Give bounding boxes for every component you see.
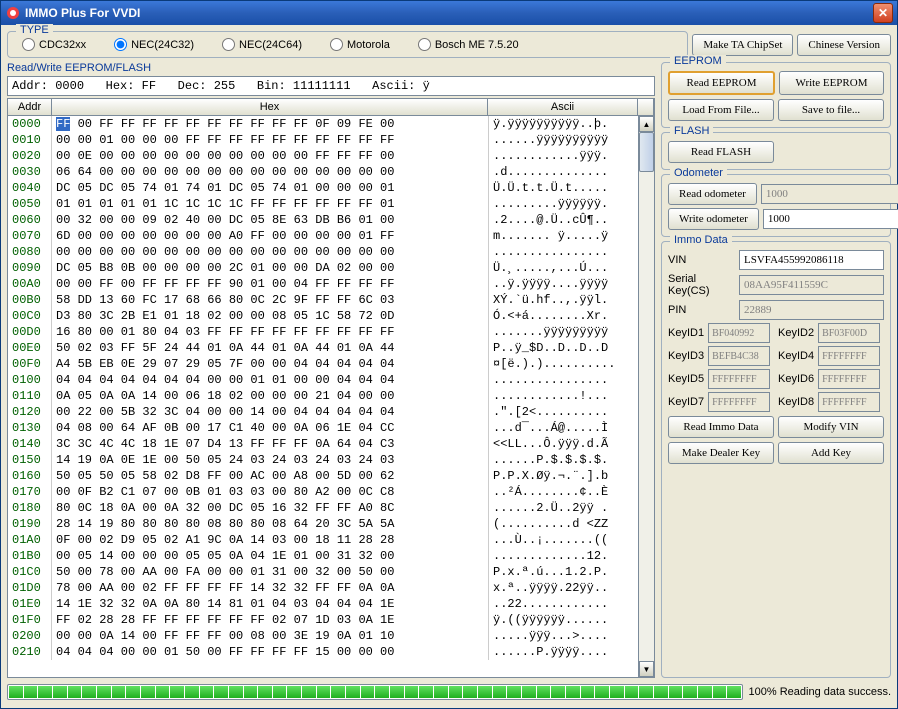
hex-row[interactable]: 018080 0C 18 0A 00 0A 32 00 DC 05 16 32 … xyxy=(8,500,638,516)
type-label: TYPE xyxy=(16,24,53,36)
hex-row[interactable]: 0090DC 05 B8 0B 00 00 00 00 2C 01 00 00 … xyxy=(8,260,638,276)
scroll-thumb[interactable] xyxy=(639,132,654,172)
hex-row[interactable]: 00C0D3 80 3C 2B E1 01 18 02 00 00 08 05 … xyxy=(8,308,638,324)
serial-key-input xyxy=(739,275,884,295)
write-odometer-button[interactable]: Write odometer xyxy=(668,208,759,230)
col-hex-header: Hex xyxy=(52,99,488,115)
app-icon xyxy=(5,5,21,21)
hex-row[interactable]: 00706D 00 00 00 00 00 00 00 A0 FF 00 00 … xyxy=(8,228,638,244)
keyid4-input xyxy=(818,346,880,366)
vin-input[interactable] xyxy=(739,250,884,270)
hex-row[interactable]: 01D078 00 AA 00 02 FF FF FF FF 14 32 32 … xyxy=(8,580,638,596)
immo-data-fieldset: Immo Data VIN Serial Key(CS) PIN KeyID1 … xyxy=(661,241,891,678)
hex-row[interactable]: 010004 04 04 04 04 04 04 00 00 01 01 00 … xyxy=(8,372,638,388)
keyid7-input xyxy=(708,392,770,412)
hex-row[interactable]: 01B000 05 14 00 00 00 05 05 0A 04 1E 01 … xyxy=(8,548,638,564)
scrollbar[interactable]: ▲ ▼ xyxy=(638,116,654,677)
hex-row[interactable]: 0000FF 00 FF FF FF FF FF FF FF FF FF FF … xyxy=(8,116,638,132)
hex-row[interactable]: 0040DC 05 DC 05 74 01 74 01 DC 05 74 01 … xyxy=(8,180,638,196)
write-eeprom-button[interactable]: Write EEPROM xyxy=(779,71,884,95)
type-fieldset: TYPE CDC32xxNEC(24C32)NEC(24C64)Motorola… xyxy=(7,31,688,58)
col-addr-header: Addr xyxy=(8,99,52,115)
read-immo-data-button[interactable]: Read Immo Data xyxy=(668,416,774,438)
hex-row[interactable]: 01E014 1E 32 32 0A 0A 80 14 81 01 04 03 … xyxy=(8,596,638,612)
read-flash-button[interactable]: Read FLASH xyxy=(668,141,774,163)
hex-row[interactable]: 021004 04 04 00 00 01 50 00 FF FF FF FF … xyxy=(8,644,638,660)
hex-row[interactable]: 00E050 02 03 FF 5F 24 44 01 0A 44 01 0A … xyxy=(8,340,638,356)
read-odometer-value xyxy=(761,184,898,204)
hex-row[interactable]: 01F0FF 02 28 28 FF FF FF FF FF FF 02 07 … xyxy=(8,612,638,628)
progress-label: 100% Reading data success. xyxy=(749,686,891,698)
make-dealer-key-button[interactable]: Make Dealer Key xyxy=(668,442,774,464)
add-key-button[interactable]: Add Key xyxy=(778,442,884,464)
window-title: IMMO Plus For VVDI xyxy=(25,6,873,20)
hex-row[interactable]: 003006 64 00 00 00 00 00 00 00 00 00 00 … xyxy=(8,164,638,180)
hex-row[interactable]: 013004 08 00 64 AF 0B 00 17 C1 40 00 0A … xyxy=(8,420,638,436)
hex-row[interactable]: 008000 00 00 00 00 00 00 00 00 00 00 00 … xyxy=(8,244,638,260)
titlebar: IMMO Plus For VVDI ✕ xyxy=(1,1,897,25)
hex-row[interactable]: 00D016 80 00 01 80 04 03 FF FF FF FF FF … xyxy=(8,324,638,340)
col-ascii-header: Ascii xyxy=(488,99,638,115)
odometer-fieldset: Odometer Read odometer Write odometer xyxy=(661,174,891,237)
hex-row[interactable]: 001000 00 01 00 00 00 FF FF FF FF FF FF … xyxy=(8,132,638,148)
modify-vin-button[interactable]: Modify VIN xyxy=(778,416,884,438)
save-to-file-button[interactable]: Save to file... xyxy=(778,99,884,121)
scroll-down-button[interactable]: ▼ xyxy=(639,661,654,677)
chinese-version-button[interactable]: Chinese Version xyxy=(797,34,891,56)
make-ta-chipset-button[interactable]: Make TA ChipSet xyxy=(692,34,793,56)
status-bar: Addr: 0000 Hex: FF Dec: 255 Bin: 1111111… xyxy=(7,76,655,96)
hex-editor[interactable]: Addr Hex Ascii 0000FF 00 FF FF FF FF FF … xyxy=(7,98,655,678)
hex-row[interactable]: 020000 00 0A 14 00 FF FF FF 00 08 00 3E … xyxy=(8,628,638,644)
eeprom-fieldset: EEPROM Read EEPROM Write EEPROM Load Fro… xyxy=(661,62,891,128)
keyid6-input xyxy=(818,369,880,389)
hex-row[interactable]: 012000 22 00 5B 32 3C 04 00 00 14 00 04 … xyxy=(8,404,638,420)
read-odometer-button[interactable]: Read odometer xyxy=(668,183,757,205)
hex-row[interactable]: 01C050 00 78 00 AA 00 FA 00 00 01 31 00 … xyxy=(8,564,638,580)
hex-row[interactable]: 005001 01 01 01 01 1C 1C 1C 1C FF FF FF … xyxy=(8,196,638,212)
type-radio-nec-24c64-[interactable]: NEC(24C64) xyxy=(222,38,302,51)
keyid8-input xyxy=(818,392,880,412)
pin-input xyxy=(739,300,884,320)
hex-row[interactable]: 017000 0F B2 C1 07 00 0B 01 03 03 00 80 … xyxy=(8,484,638,500)
keyid2-input xyxy=(818,323,880,343)
hex-row[interactable]: 01403C 3C 4C 4C 18 1E 07 D4 13 FF FF FF … xyxy=(8,436,638,452)
close-button[interactable]: ✕ xyxy=(873,3,893,23)
hex-row[interactable]: 002000 0E 00 00 00 00 00 00 00 00 00 00 … xyxy=(8,148,638,164)
keyid5-input xyxy=(708,369,770,389)
hex-row[interactable]: 00A000 00 FF 00 FF FF FF FF 90 01 00 04 … xyxy=(8,276,638,292)
keyid1-input xyxy=(708,323,770,343)
type-radio-bosch-me-7-5-20[interactable]: Bosch ME 7.5.20 xyxy=(418,38,519,51)
type-radio-motorola[interactable]: Motorola xyxy=(330,38,390,51)
progress-bar xyxy=(7,684,743,700)
scroll-up-button[interactable]: ▲ xyxy=(639,116,654,132)
flash-fieldset: FLASH Read FLASH xyxy=(661,132,891,170)
type-radio-cdc32xx[interactable]: CDC32xx xyxy=(22,38,86,51)
write-odometer-input[interactable] xyxy=(763,209,898,229)
hex-row[interactable]: 015014 19 0A 0E 1E 00 50 05 24 03 24 03 … xyxy=(8,452,638,468)
hex-row[interactable]: 01100A 05 0A 0A 14 00 06 18 02 00 00 00 … xyxy=(8,388,638,404)
hex-row[interactable]: 00B058 DD 13 60 FC 17 68 66 80 0C 2C 9F … xyxy=(8,292,638,308)
hex-row[interactable]: 016050 05 50 05 58 02 D8 FF 00 AC 00 A8 … xyxy=(8,468,638,484)
type-radio-nec-24c32-[interactable]: NEC(24C32) xyxy=(114,38,194,51)
hex-row[interactable]: 006000 32 00 00 09 02 40 00 DC 05 8E 63 … xyxy=(8,212,638,228)
load-from-file-button[interactable]: Load From File... xyxy=(668,99,774,121)
rw-eeprom-label: Read/Write EEPROM/FLASH xyxy=(7,62,655,74)
hex-row[interactable]: 01A00F 00 02 D9 05 02 A1 9C 0A 14 03 00 … xyxy=(8,532,638,548)
read-eeprom-button[interactable]: Read EEPROM xyxy=(668,71,775,95)
hex-row[interactable]: 00F0A4 5B EB 0E 29 07 29 05 7F 00 00 04 … xyxy=(8,356,638,372)
keyid3-input xyxy=(708,346,770,366)
hex-row[interactable]: 019028 14 19 80 80 80 80 08 80 80 08 64 … xyxy=(8,516,638,532)
